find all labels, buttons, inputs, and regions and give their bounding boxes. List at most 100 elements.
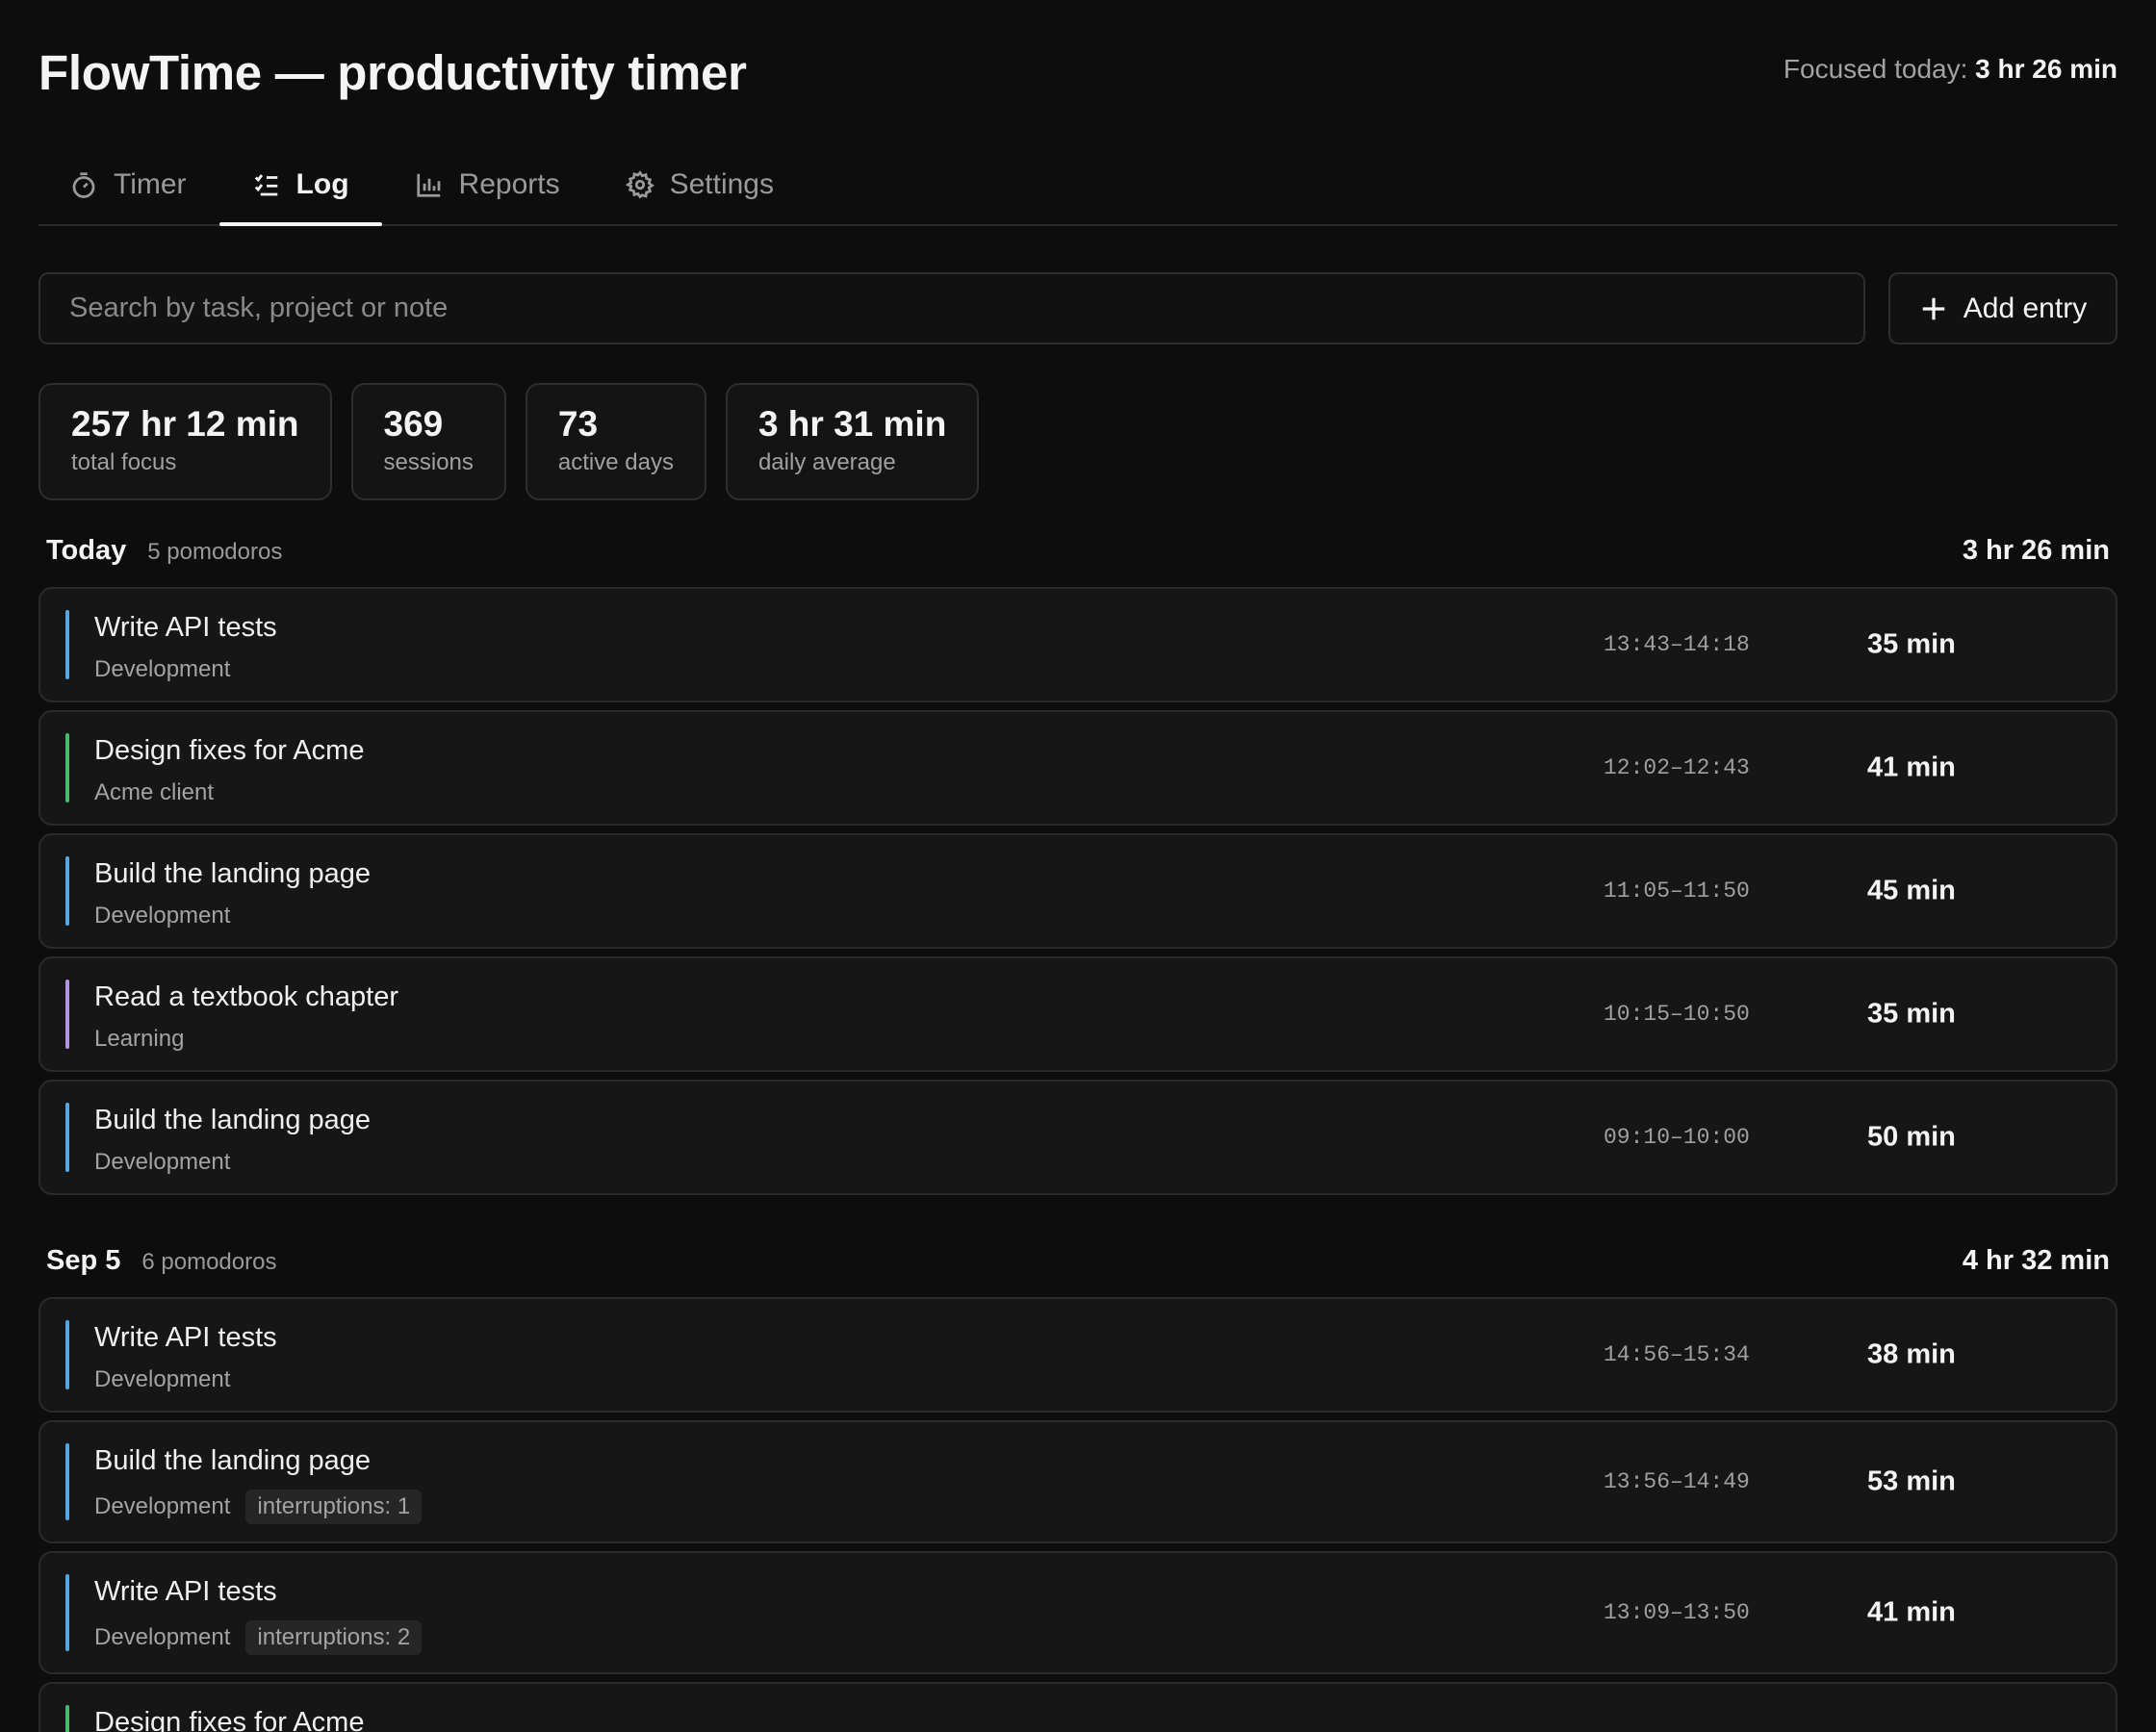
search-input[interactable] xyxy=(67,292,1836,325)
time-range: 09:10–10:00 xyxy=(1604,1125,1750,1150)
tab-timer[interactable]: Timer xyxy=(38,144,219,224)
session-log: Today 5 pomodoros 3 hr 26 min Write API tes… xyxy=(38,535,2118,1732)
tab-label: Reports xyxy=(458,167,560,200)
log-entry[interactable]: Write API tests Development 13:43–14:18 35 … xyxy=(38,587,2118,702)
checklist-icon xyxy=(254,173,277,195)
entry-duration: 53 min xyxy=(1867,1465,1956,1497)
project-name: Development xyxy=(94,1493,231,1519)
entry-meta: Development interruptions: 2 xyxy=(94,1620,423,1655)
stat-label: daily average xyxy=(757,448,896,475)
gear-icon xyxy=(625,169,654,198)
entry-duration: 41 min xyxy=(1867,1596,1956,1628)
log-entry[interactable]: Build the landing page Development 09:10–1… xyxy=(38,1080,2118,1195)
add-entry-button[interactable]: Add entry xyxy=(1888,272,2118,344)
log-entry[interactable]: Design fixes for Acme Acme client 12:02–12… xyxy=(38,710,2118,826)
tab-label: Log xyxy=(295,167,349,200)
log-entry[interactable]: Build the landing page Development 11:05–1… xyxy=(38,833,2118,949)
project-color-bar xyxy=(65,1705,69,1732)
project-name: Development xyxy=(94,1149,231,1175)
project-name: Development xyxy=(94,1624,231,1650)
focused-today: Focused today: 3 hr 26 min xyxy=(1784,54,2118,85)
focused-value: 3 hr 26 min xyxy=(1975,54,2118,84)
pomodoro-count: 6 pomodoros xyxy=(141,1249,277,1275)
task-name: Build the landing page xyxy=(94,1105,372,1135)
entry-duration: 50 min xyxy=(1867,1121,1956,1153)
tab-label: Settings xyxy=(669,167,774,200)
project-color-bar xyxy=(65,980,69,1049)
project-color-bar xyxy=(65,733,69,802)
focused-label: Focused today: xyxy=(1783,54,1968,84)
project-name: Development xyxy=(94,656,231,682)
day-total: 4 hr 32 min xyxy=(1962,1245,2110,1276)
day-group-left: Today 5 pomodoros xyxy=(46,535,282,567)
time-range: 14:56–15:34 xyxy=(1604,1342,1750,1367)
time-range: 13:56–14:49 xyxy=(1604,1469,1750,1494)
log-entry[interactable]: Write API tests Development interruptions:… xyxy=(38,1551,2118,1674)
project-color-bar xyxy=(65,1320,69,1389)
add-entry-label: Add entry xyxy=(1963,292,2088,324)
time-range: 10:15–10:50 xyxy=(1604,1002,1750,1027)
entry-meta: Acme client xyxy=(94,779,214,806)
time-range: 13:09–13:50 xyxy=(1604,1600,1750,1625)
stat-active-days: 73 active days xyxy=(525,383,706,500)
day-total: 3 hr 26 min xyxy=(1962,535,2110,566)
task-name: Write API tests xyxy=(94,612,277,643)
entry-meta: Development xyxy=(94,656,230,683)
project-name: Learning xyxy=(94,1026,185,1052)
log-entry[interactable]: Write API tests Development 14:56–15:34 38 … xyxy=(38,1297,2118,1413)
stat-total-focus: 257 hr 12 min total focus xyxy=(38,383,332,500)
entry-meta: Development xyxy=(94,1149,230,1176)
task-name: Read a textbook chapter xyxy=(94,981,398,1012)
log-entry[interactable]: Build the landing page Development interru… xyxy=(38,1420,2118,1543)
header: FlowTime — productivity timer Focused to… xyxy=(38,0,2118,144)
task-name: Write API tests xyxy=(94,1576,277,1607)
entry-meta: Development xyxy=(94,1366,230,1393)
stopwatch-icon xyxy=(72,171,95,198)
log-entry[interactable]: Design fixes for AcmeAcme client xyxy=(38,1682,2118,1732)
stat-value: 3 hr 31 min xyxy=(757,404,947,444)
task-name: Build the landing page xyxy=(94,1445,372,1476)
plus-icon xyxy=(1922,297,1945,319)
time-range: 11:05–11:50 xyxy=(1604,879,1750,904)
day-label: Today xyxy=(46,535,127,566)
task-name: Write API tests xyxy=(94,1322,277,1353)
task-name: Design fixes for Acme xyxy=(94,1707,365,1732)
log-entry[interactable]: Read a textbook chapter Learning 10:15–10:… xyxy=(38,956,2118,1072)
project-name: Development xyxy=(94,903,231,929)
project-color-bar xyxy=(65,610,69,679)
entry-meta: Development interruptions: 1 xyxy=(94,1490,423,1524)
tab-reports[interactable]: Reports xyxy=(382,144,593,224)
stat-daily-average: 3 hr 31 min daily average xyxy=(725,383,980,500)
tab-bar: Timer Log Reports Settings xyxy=(38,144,2118,226)
stat-value: 369 xyxy=(383,404,444,444)
tab-label: Timer xyxy=(114,167,187,200)
time-range: 13:43–14:18 xyxy=(1604,632,1750,657)
stat-value: 257 hr 12 min xyxy=(71,404,299,444)
entry-duration: 35 min xyxy=(1867,628,1956,660)
tab-log[interactable]: Log xyxy=(218,144,382,226)
day-group-header: Today 5 pomodoros 3 hr 26 min xyxy=(38,535,2118,573)
day-group-left: Sep 5 6 pomodoros xyxy=(46,1245,276,1277)
entry-duration: 35 min xyxy=(1867,998,1956,1030)
project-color-bar xyxy=(65,1103,69,1172)
search-box xyxy=(38,272,1865,344)
entry-list: Write API tests Development 13:43–14:18 35 … xyxy=(38,587,2118,1195)
entry-list: Write API tests Development 14:56–15:34 38 … xyxy=(38,1297,2118,1732)
project-color-bar xyxy=(65,856,69,926)
entry-meta: Development xyxy=(94,903,230,930)
tab-settings[interactable]: Settings xyxy=(593,144,807,224)
time-range: 12:02–12:43 xyxy=(1604,755,1750,780)
stat-label: sessions xyxy=(383,448,474,475)
stat-label: total focus xyxy=(71,448,177,475)
stat-label: active days xyxy=(557,448,674,475)
project-name: Acme client xyxy=(94,779,215,805)
day-group-header: Sep 5 6 pomodoros 4 hr 32 min xyxy=(38,1245,2118,1284)
app-window: FlowTime — productivity timer Focused to… xyxy=(0,0,2156,1732)
day-label: Sep 5 xyxy=(46,1245,121,1276)
pomodoro-count: 5 pomodoros xyxy=(147,539,283,565)
project-name: Development xyxy=(94,1366,231,1392)
entry-duration: 41 min xyxy=(1867,751,1956,783)
interruptions-badge: interruptions: 1 xyxy=(245,1490,423,1524)
project-color-bar xyxy=(65,1443,69,1520)
search-row: Add entry xyxy=(38,272,2118,344)
